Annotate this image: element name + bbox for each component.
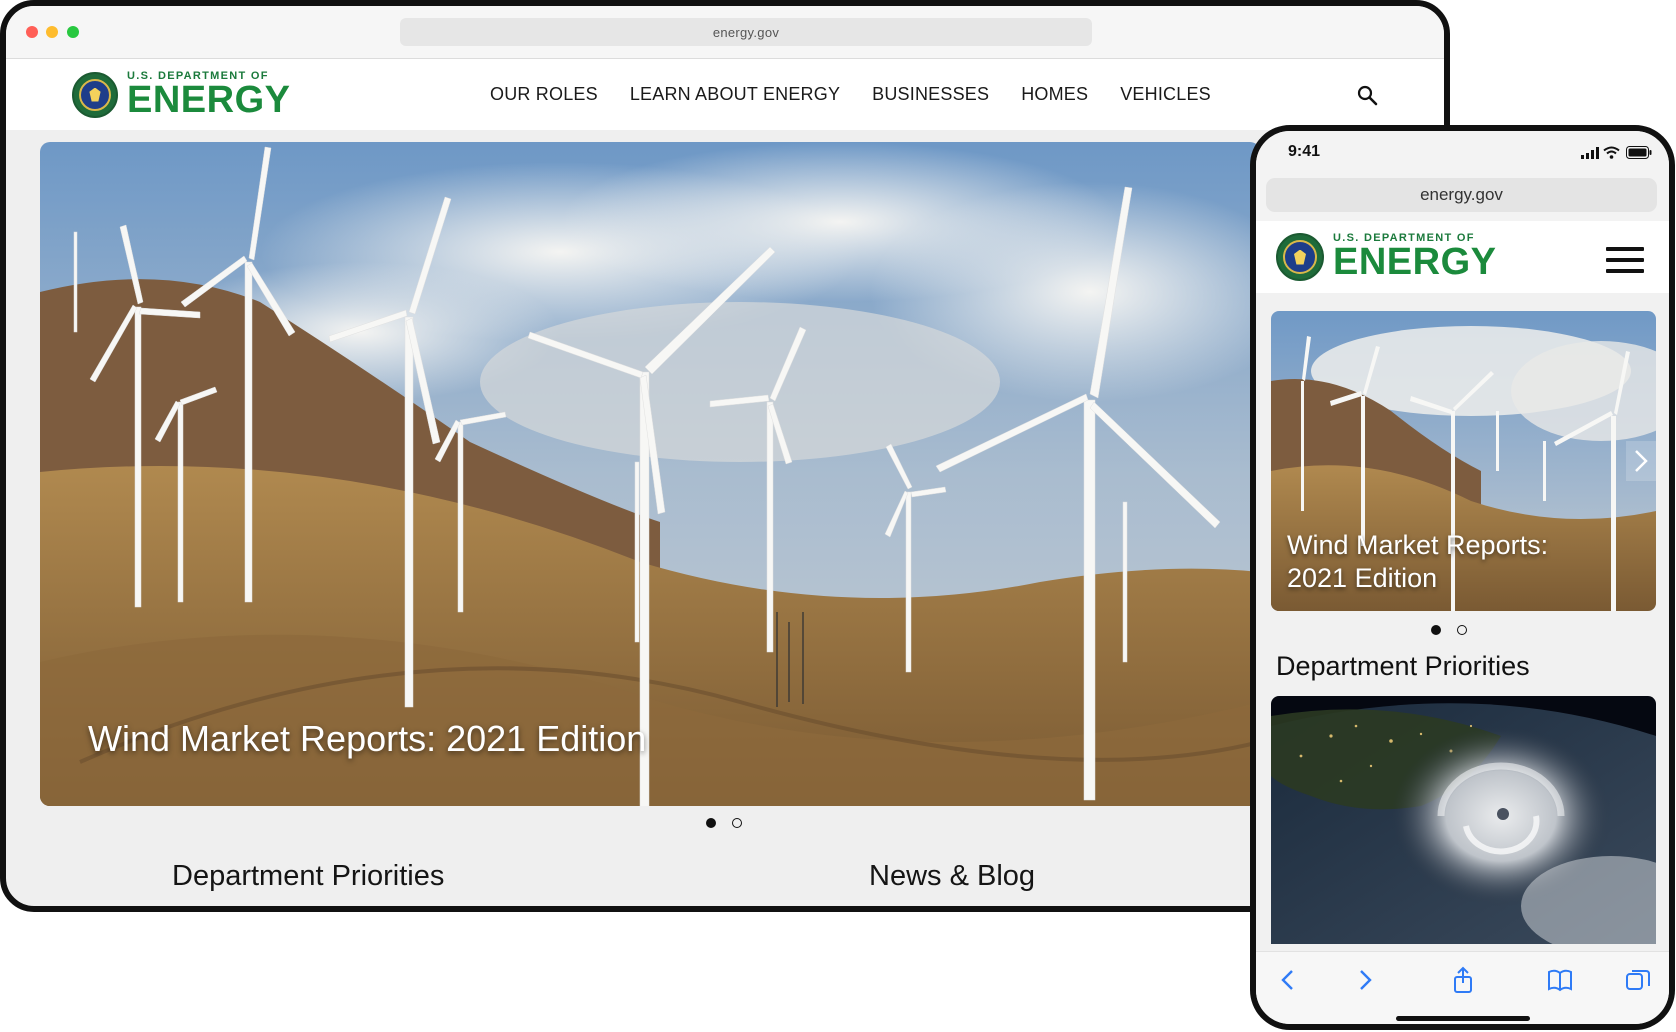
mobile-department-priorities-heading: Department Priorities [1276, 651, 1530, 681]
maximize-window-button[interactable] [67, 26, 79, 38]
mobile-hero-title-line-2: 2021 Edition [1287, 563, 1438, 593]
carousel-dot-1[interactable] [1431, 625, 1441, 635]
priority-card-image[interactable] [1271, 696, 1656, 944]
mobile-hero-title[interactable]: Wind Market Reports: 2021 Edition [1287, 529, 1548, 595]
forward-icon[interactable] [1351, 966, 1379, 994]
carousel-dot-2[interactable] [1457, 625, 1467, 635]
minimize-window-button[interactable] [46, 26, 58, 38]
hamburger-icon[interactable] [1606, 247, 1644, 273]
carousel-pagination [706, 818, 742, 828]
browser-title-bar: energy.gov [6, 6, 1444, 59]
hurricane-earth-image [1271, 696, 1656, 944]
nav-learn-about-energy[interactable]: LEARN ABOUT ENERGY [630, 84, 840, 105]
mobile-hero-title-line-1: Wind Market Reports: [1287, 530, 1549, 560]
mobile-carousel-pagination [1431, 625, 1467, 635]
mobile-phone-frame: 9:41 energy.gov U.S. DEPARTMENT OF ENERG… [1250, 125, 1675, 1030]
doe-seal-icon [1276, 233, 1324, 281]
mobile-site-logo[interactable]: U.S. DEPARTMENT OF ENERGY [1276, 233, 1497, 284]
bookmarks-icon[interactable] [1546, 966, 1574, 994]
tabs-icon[interactable] [1624, 966, 1652, 994]
status-bar: 9:41 [1256, 131, 1669, 175]
hero-title[interactable]: Wind Market Reports: 2021 Edition [88, 718, 646, 760]
status-time: 9:41 [1288, 143, 1321, 160]
department-priorities-heading: Department Priorities [172, 860, 445, 892]
back-icon[interactable] [1274, 966, 1302, 994]
nav-our-roles[interactable]: OUR ROLES [490, 84, 598, 105]
mobile-hero-slide[interactable]: Wind Market Reports: 2021 Edition [1271, 311, 1656, 611]
mobile-address-bar[interactable]: energy.gov [1266, 178, 1657, 212]
site-header: U.S. DEPARTMENT OF ENERGY OUR ROLES LEAR… [6, 59, 1444, 130]
share-icon[interactable] [1449, 966, 1477, 994]
address-bar[interactable]: energy.gov [400, 18, 1092, 46]
search-icon[interactable] [1356, 84, 1378, 106]
logo-energy-text: ENERGY [1333, 241, 1497, 284]
main-navigation: OUR ROLES LEARN ABOUT ENERGY BUSINESSES … [490, 59, 1243, 130]
site-logo[interactable]: U.S. DEPARTMENT OF ENERGY [72, 71, 291, 121]
doe-seal-icon [72, 71, 118, 118]
logo-energy-text: ENERGY [127, 79, 291, 121]
chevron-right-icon[interactable] [1626, 441, 1656, 481]
wifi-icon [1603, 146, 1620, 159]
nav-businesses[interactable]: BUSINESSES [872, 84, 989, 105]
carousel-dot-2[interactable] [732, 818, 742, 828]
battery-icon [1626, 146, 1652, 159]
close-window-button[interactable] [26, 26, 38, 38]
home-indicator[interactable] [1396, 1016, 1530, 1021]
news-blog-heading: News & Blog [869, 860, 1036, 892]
nav-homes[interactable]: HOMES [1021, 84, 1088, 105]
hero-carousel-slide[interactable]: Wind Market Reports: 2021 Edition [40, 142, 1260, 806]
wind-farm-image [40, 142, 1260, 806]
carousel-dot-1[interactable] [706, 818, 716, 828]
desktop-browser-window: energy.gov U.S. DEPARTMENT OF ENERGY OUR… [0, 0, 1450, 912]
nav-vehicles[interactable]: VEHICLES [1120, 84, 1211, 105]
cellular-signal-icon [1581, 147, 1599, 159]
